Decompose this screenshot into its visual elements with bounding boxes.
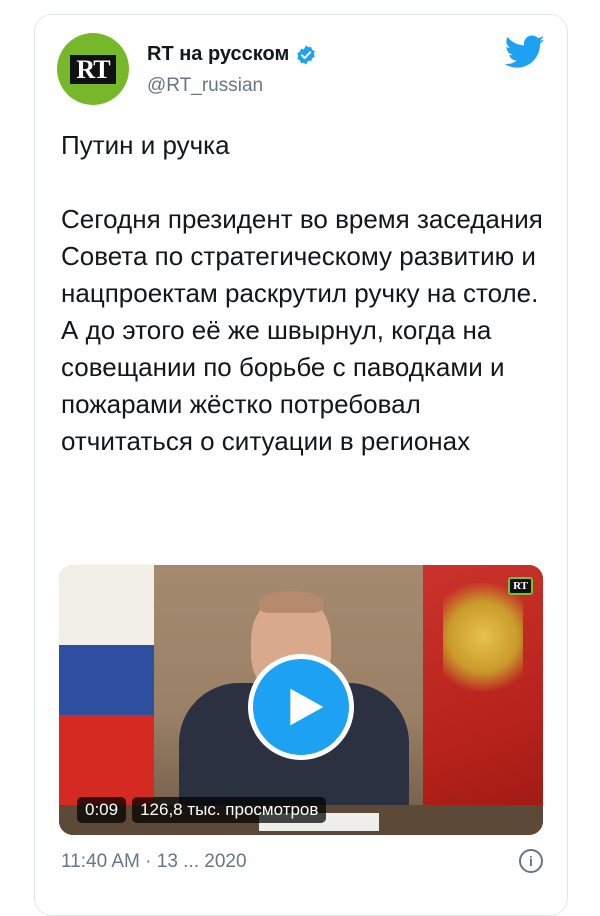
author-name-row[interactable]: RT на русском <box>147 43 317 66</box>
tweet-timestamp[interactable]: 11:40 AM · 13 ... 2020 <box>61 851 247 873</box>
video-badges: 0:09 126,8 тыс. просмотров <box>77 797 327 823</box>
play-button[interactable] <box>248 654 354 760</box>
rt-channel-badge: RT <box>508 577 533 595</box>
video-duration: 0:09 <box>77 797 127 823</box>
author-name[interactable]: RT на русском <box>147 43 289 66</box>
presidential-standard-image <box>423 565 543 835</box>
author-handle[interactable]: @RT_russian <box>147 75 263 97</box>
video-views: 126,8 тыс. просмотров <box>132 797 327 823</box>
tweet-text: Путин и ручка Сегодня президент во время… <box>61 127 551 460</box>
info-icon[interactable]: i <box>519 849 543 873</box>
author-avatar[interactable]: RT <box>57 33 129 105</box>
tweet-card[interactable]: RT RT на русском @RT_russian Путин и руч… <box>34 14 568 916</box>
tweet-title: Путин и ручка <box>61 130 230 160</box>
tweet-body: Сегодня президент во время заседания Сов… <box>61 204 543 456</box>
video-player[interactable]: RT 0:09 126,8 тыс. просмотров <box>59 565 543 835</box>
avatar-logo: RT <box>70 54 116 84</box>
coat-of-arms-emblem <box>443 583 523 703</box>
verified-icon <box>297 44 316 65</box>
play-icon <box>290 688 324 726</box>
twitter-bird-icon[interactable] <box>505 35 545 69</box>
russian-flag-image <box>59 565 154 835</box>
